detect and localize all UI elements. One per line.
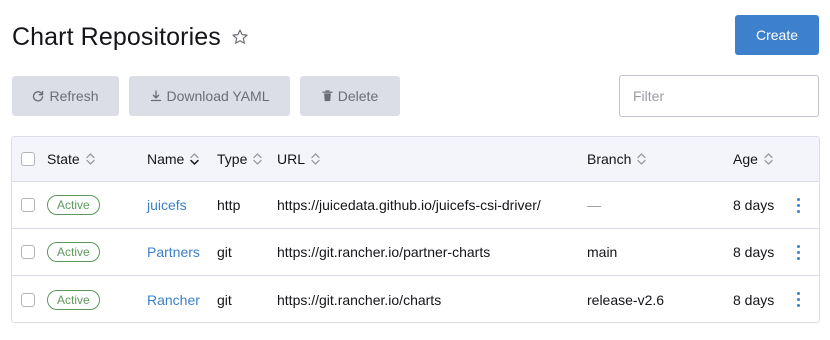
row-checkbox[interactable]: [21, 198, 35, 212]
download-yaml-label: Download YAML: [166, 88, 270, 104]
repository-type: http: [217, 197, 241, 213]
repository-age: 8 days: [733, 291, 775, 308]
repository-branch: main: [587, 244, 618, 260]
column-label-name: Name: [147, 151, 185, 167]
repository-type: git: [217, 291, 232, 308]
delete-label: Delete: [337, 88, 379, 104]
repository-url: https://juicedata.github.io/juicefs-csi-…: [277, 197, 541, 213]
column-label-type: Type: [217, 151, 248, 167]
kebab-menu-icon[interactable]: [793, 197, 803, 213]
column-header-state[interactable]: State: [47, 137, 95, 181]
star-outline-icon[interactable]: [231, 28, 249, 46]
column-header-name[interactable]: Name: [147, 137, 200, 181]
table-row: Active juicefs http https://juicedata.gi…: [12, 182, 819, 229]
repository-age: 8 days: [733, 244, 775, 260]
sort-icon: [637, 153, 647, 165]
page-title: Chart Repositories: [12, 22, 221, 51]
repository-name-link[interactable]: Rancher: [147, 276, 200, 322]
repository-type: git: [217, 244, 232, 260]
kebab-menu-icon[interactable]: [793, 292, 803, 307]
row-checkbox[interactable]: [21, 245, 35, 259]
delete-button[interactable]: Delete: [300, 76, 400, 116]
repository-age: 8 days: [733, 197, 775, 213]
column-header-url[interactable]: URL: [277, 137, 320, 181]
download-icon: [150, 90, 162, 102]
select-all-checkbox[interactable]: [21, 152, 35, 166]
repositories-table: State Name Type URL Branch Age Active ju…: [11, 136, 820, 323]
status-badge: Active: [47, 289, 100, 310]
column-header-type[interactable]: Type: [217, 137, 263, 181]
table-row: Active Partners git https://git.rancher.…: [12, 229, 819, 276]
trash-icon: [322, 90, 333, 102]
page-header: Chart Repositories: [12, 20, 249, 54]
table-row: Active Rancher git https://git.rancher.i…: [12, 276, 819, 322]
column-label-state: State: [47, 151, 80, 167]
repository-branch: release-v2.6: [587, 291, 665, 308]
repository-url: https://git.rancher.io/partner-charts: [277, 244, 491, 260]
column-label-url: URL: [277, 151, 306, 167]
repository-branch: —: [587, 197, 601, 213]
refresh-icon: [32, 90, 44, 102]
sort-down-icon: [190, 153, 200, 165]
refresh-button[interactable]: Refresh: [12, 76, 119, 116]
status-badge: Active: [47, 242, 100, 262]
repository-name-link[interactable]: juicefs: [147, 182, 187, 228]
column-label-age: Age: [733, 151, 758, 167]
sort-icon: [311, 153, 320, 165]
status-badge: Active: [47, 195, 100, 215]
column-header-age[interactable]: Age: [733, 137, 773, 181]
repository-url: https://git.rancher.io/charts: [277, 291, 442, 308]
kebab-menu-icon[interactable]: [793, 244, 803, 260]
create-button[interactable]: Create: [735, 15, 819, 55]
table-header: State Name Type URL Branch Age: [12, 137, 819, 182]
repository-name-link[interactable]: Partners: [147, 229, 200, 275]
sort-icon: [253, 153, 263, 165]
sort-icon: [86, 153, 95, 165]
refresh-label: Refresh: [49, 88, 99, 104]
sort-icon: [764, 153, 773, 165]
column-header-branch[interactable]: Branch: [587, 137, 647, 181]
filter-input[interactable]: [619, 75, 819, 117]
column-label-branch: Branch: [587, 151, 632, 167]
row-checkbox[interactable]: [21, 292, 35, 307]
download-yaml-button[interactable]: Download YAML: [129, 76, 290, 116]
